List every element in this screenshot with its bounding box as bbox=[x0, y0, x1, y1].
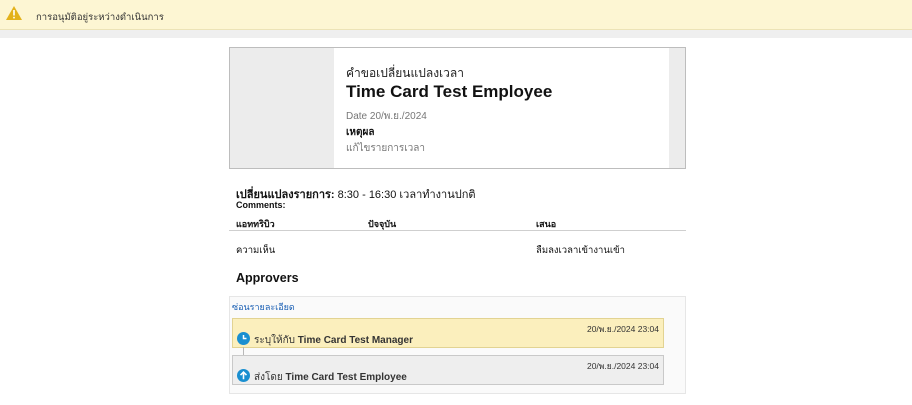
divider bbox=[0, 30, 912, 38]
reason-label: เหตุผล bbox=[346, 127, 375, 138]
step-label: ระบุให้กับ Time Card Test Manager bbox=[254, 333, 413, 348]
card-left-panel bbox=[230, 48, 334, 168]
step-prefix: ระบุให้กับ bbox=[254, 335, 295, 346]
column-header-attribute: แอททริบิว bbox=[236, 219, 275, 229]
step-person: Time Card Test Manager bbox=[297, 335, 413, 346]
row-proposed: ลืมลงเวลาเข้างานเข้า bbox=[536, 245, 625, 256]
card-right-panel bbox=[669, 48, 685, 168]
employee-name: Time Card Test Employee bbox=[346, 82, 553, 101]
approvers-heading: Approvers bbox=[236, 271, 299, 285]
banner-message: การอนุมัติอยู่ระหว่างดำเนินการ bbox=[36, 12, 164, 23]
clock-icon bbox=[237, 332, 250, 345]
column-header-proposed: เสนอ bbox=[536, 219, 557, 229]
arrow-up-icon bbox=[237, 369, 250, 382]
request-card: คำขอเปลี่ยนแปลงเวลา Time Card Test Emplo… bbox=[229, 47, 686, 169]
request-title: คำขอเปลี่ยนแปลงเวลา bbox=[346, 66, 464, 80]
comments-label: Comments: bbox=[236, 200, 286, 210]
row-attribute: ความเห็น bbox=[236, 245, 276, 256]
approver-step-assigned: 20/พ.ย./2024 23:04 ระบุให้กับ Time Card … bbox=[232, 318, 664, 348]
column-header-current: ปัจจุบัน bbox=[368, 219, 397, 229]
approver-step-submitted: 20/พ.ย./2024 23:04 ส่งโดย Time Card Test… bbox=[232, 355, 664, 385]
step-label: ส่งโดย Time Card Test Employee bbox=[254, 370, 407, 385]
approvers-panel: ซ่อนรายละเอียด 20/พ.ย./2024 23:04 ระบุให… bbox=[229, 296, 686, 394]
hide-details-link[interactable]: ซ่อนรายละเอียด bbox=[232, 300, 295, 314]
reason-value: แก้ไขรายการเวลา bbox=[346, 143, 426, 154]
approval-status-banner: การอนุมัติอยู่ระหว่างดำเนินการ bbox=[0, 0, 912, 30]
table-divider bbox=[229, 230, 686, 231]
step-prefix: ส่งโดย bbox=[254, 372, 283, 383]
request-date: Date 20/พ.ย./2024 bbox=[346, 111, 427, 122]
step-person: Time Card Test Employee bbox=[285, 372, 407, 383]
warning-icon bbox=[6, 6, 22, 20]
step-time: 20/พ.ย./2024 23:04 bbox=[586, 324, 659, 334]
change-value: 8:30 - 16:30 เวลาทำงานปกติ bbox=[334, 189, 476, 201]
step-time: 20/พ.ย./2024 23:04 bbox=[586, 361, 659, 371]
